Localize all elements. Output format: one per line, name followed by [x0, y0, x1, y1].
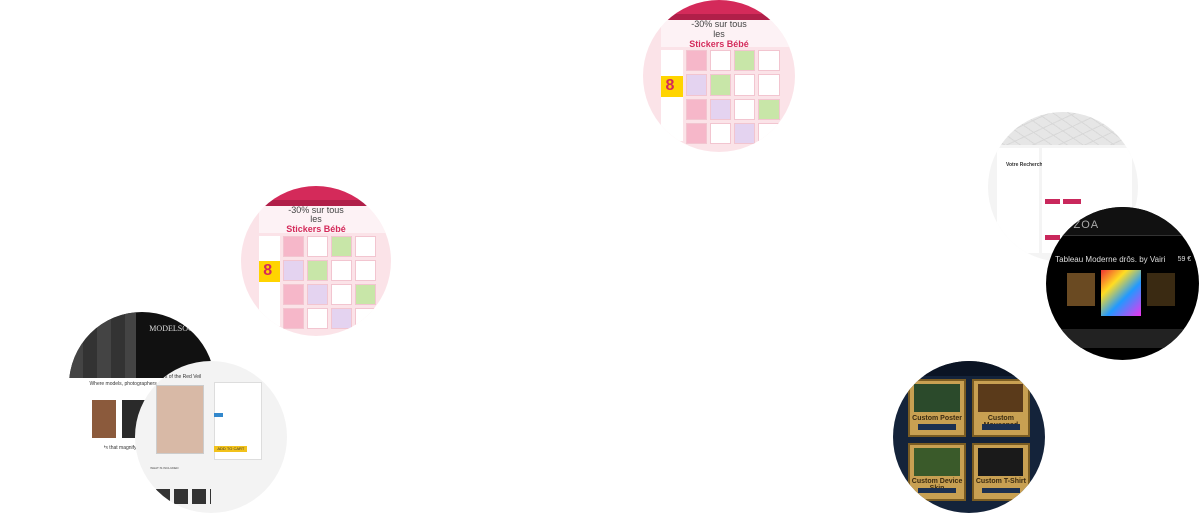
- badge-number: 8: [665, 77, 675, 95]
- room-preview: [1067, 272, 1095, 307]
- product-grid: [283, 235, 376, 329]
- preview-red-veil[interactable]: ...ers of the Red Veil ADD TO CART WHAT …: [135, 361, 287, 513]
- preview-stickers-middle[interactable]: -30% sur tous les Stickers Bébé 8: [241, 186, 391, 336]
- shipping-badge: 8: [661, 76, 683, 98]
- site-header: [893, 361, 1045, 377]
- room-preview: [1146, 272, 1175, 307]
- thumbnail-strip: [1046, 329, 1199, 348]
- card-image: [978, 448, 1024, 477]
- product-card: Custom Poster: [908, 379, 966, 437]
- section-label: WHAT IS INCLUDED: [150, 466, 179, 471]
- preview-tableau[interactable]: ZOA Tableau Moderne drôs. by Vairi 59 €: [1046, 207, 1199, 360]
- add-to-cart-label: ADD TO CART: [217, 446, 245, 452]
- map-area: [988, 112, 1138, 145]
- card-button: [917, 424, 957, 430]
- photo-collage: [69, 312, 137, 378]
- promo-line1: -30% sur tous les: [691, 18, 747, 39]
- site-logo: ZOA: [1073, 219, 1100, 232]
- product-grid: [685, 50, 780, 145]
- preview-custom-products[interactable]: Custom Poster Custom Mousepad Custom Dev…: [893, 361, 1045, 513]
- result-button: [1063, 199, 1081, 204]
- site-header: [241, 186, 391, 200]
- result-button: [1045, 199, 1060, 204]
- search-heading: Votre Recherche: [1006, 162, 1046, 168]
- add-to-cart-button: ADD TO CART: [214, 446, 248, 453]
- product-card: Custom T-Shirt: [972, 443, 1030, 501]
- promo-line2: Stickers Bébé: [286, 224, 346, 235]
- card-label: Custom T-Shirt: [975, 478, 1026, 486]
- product-title: Tableau Moderne drôs. by Vairi: [1055, 254, 1166, 264]
- site-header: [1046, 207, 1199, 236]
- card-label: Custom Poster: [912, 414, 962, 422]
- site-logo: MODELSOCIETY: [149, 324, 212, 334]
- related-thumbnails: [156, 488, 211, 504]
- promo-text: -30% sur tous les Stickers Bébé: [286, 204, 346, 236]
- product-price: 59 €: [1177, 255, 1192, 263]
- badge-number: 8: [263, 262, 273, 280]
- size-option: [214, 412, 224, 418]
- artwork-image: [1101, 269, 1141, 316]
- card-button: [917, 488, 957, 494]
- card-image: [914, 448, 960, 477]
- card-button: [981, 424, 1021, 430]
- product-card: Custom Device Skin: [908, 443, 966, 501]
- promo-line1: -30% sur tous les: [288, 204, 344, 225]
- card-image: [978, 384, 1024, 413]
- shipping-badge: 8: [259, 261, 280, 282]
- card-image: [914, 384, 960, 413]
- featured-photo: [92, 399, 116, 438]
- product-card: Custom Mousepad: [972, 379, 1030, 437]
- site-header: [643, 0, 795, 14]
- promo-text: -30% sur tous les Stickers Bébé: [689, 18, 750, 50]
- product-photo: [156, 385, 204, 455]
- promo-line2: Stickers Bébé: [689, 38, 749, 49]
- card-button: [981, 488, 1021, 494]
- preview-stickers-top[interactable]: -30% sur tous les Stickers Bébé 8: [643, 0, 795, 152]
- product-title: ...ers of the Red Veil: [156, 373, 202, 380]
